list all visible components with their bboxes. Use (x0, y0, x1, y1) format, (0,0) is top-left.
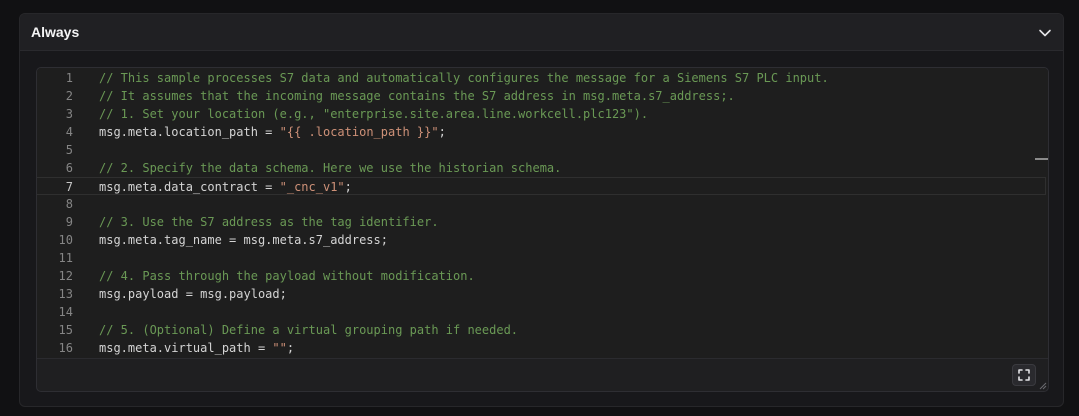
code-line[interactable]: 16 msg.meta.virtual_path = ""; (37, 339, 1048, 357)
section-header[interactable]: Always (20, 14, 1063, 51)
section-title: Always (31, 24, 80, 40)
code-token-string: "" (272, 341, 287, 355)
code-editor[interactable]: 1 // This sample processes S7 data and au… (37, 68, 1048, 359)
line-number: 8 (65, 197, 73, 211)
code-text: // 4. Pass through the payload without m… (99, 267, 475, 285)
code-token-string: "{{ .location_path }}" (279, 125, 439, 139)
code-token-comment: // It assumes that the incoming message … (99, 89, 735, 103)
line-number: 5 (65, 143, 73, 157)
chevron-down-icon[interactable] (1037, 25, 1053, 41)
code-token-comment: // 3. Use the S7 address as the tag iden… (99, 215, 439, 229)
code-token-plain: msg.payload = msg.payload; (99, 287, 287, 301)
line-number: 14 (58, 305, 73, 319)
code-token-plain: ; (344, 180, 352, 194)
code-token-plain: msg.meta.tag_name = msg.meta.s7_address; (99, 233, 388, 247)
code-token-plain: msg.meta.data_contract = (99, 180, 280, 194)
line-number: 10 (58, 233, 73, 247)
line-number: 15 (58, 323, 73, 337)
code-line[interactable]: 12 // 4. Pass through the payload without… (37, 267, 1048, 285)
code-token-plain: msg.meta.location_path = (99, 125, 280, 139)
code-token-string: "_cnc_v1" (279, 180, 345, 194)
code-line[interactable]: 10 msg.meta.tag_name = msg.meta.s7_addres… (37, 231, 1048, 249)
line-number: 1 (65, 71, 73, 85)
code-line[interactable]: 15 // 5. (Optional) Define a virtual grou… (37, 321, 1048, 339)
code-text: // 3. Use the S7 address as the tag iden… (99, 213, 439, 231)
code-text: msg.meta.data_contract = "_cnc_v1"; (99, 178, 352, 196)
line-number: 3 (65, 107, 73, 121)
code-text: // This sample processes S7 data and aut… (99, 69, 829, 87)
code-text: // It assumes that the incoming message … (99, 87, 735, 105)
line-number: 6 (65, 161, 73, 175)
code-text: msg.payload = msg.payload; (99, 285, 287, 303)
code-text: // 2. Specify the data schema. Here we u… (99, 159, 561, 177)
code-text: msg.meta.virtual_path = ""; (99, 339, 294, 357)
line-number: 16 (58, 341, 73, 355)
line-number: 2 (65, 89, 73, 103)
code-line[interactable]: 2 // It assumes that the incoming message… (37, 87, 1048, 105)
always-section: Always 1 // This sample processes S7 data… (19, 13, 1064, 407)
code-line[interactable]: 11 (37, 249, 1048, 267)
code-token-comment: // This sample processes S7 data and aut… (99, 71, 829, 85)
code-line[interactable]: 8 (37, 195, 1048, 213)
fullscreen-button[interactable] (1012, 364, 1036, 386)
code-token-plain: ; (286, 341, 295, 355)
line-number: 13 (58, 287, 73, 301)
code-text: // 1. Set your location (e.g., "enterpri… (99, 105, 648, 123)
fullscreen-icon (1018, 369, 1030, 381)
code-token-plain: msg.meta.virtual_path = (99, 341, 273, 355)
line-number: 11 (58, 251, 73, 265)
code-line[interactable]: 6 // 2. Specify the data schema. Here we … (37, 159, 1048, 177)
code-line[interactable]: 9 // 3. Use the S7 address as the tag ide… (37, 213, 1048, 231)
code-token-comment: // 1. Set your location (e.g., "enterpri… (99, 107, 649, 121)
line-number: 7 (65, 180, 73, 194)
code-line[interactable]: 7 msg.meta.data_contract = "_cnc_v1"; (37, 177, 1046, 195)
code-token-plain: ; (438, 125, 446, 139)
code-text: msg.meta.location_path = "{{ .location_p… (99, 123, 446, 141)
line-number: 4 (65, 125, 73, 139)
code-text: // 5. (Optional) Define a virtual groupi… (99, 321, 518, 339)
code-line[interactable]: 14 (37, 303, 1048, 321)
code-token-comment: // 5. (Optional) Define a virtual groupi… (99, 323, 519, 337)
code-line[interactable]: 4 msg.meta.location_path = "{{ .location_… (37, 123, 1048, 141)
code-editor-container: 1 // This sample processes S7 data and au… (36, 67, 1049, 392)
line-number: 12 (58, 269, 73, 283)
code-line[interactable]: 3 // 1. Set your location (e.g., "enterpr… (37, 105, 1048, 123)
code-token-comment: // 2. Specify the data schema. Here we u… (99, 161, 562, 175)
code-line[interactable]: 5 (37, 141, 1048, 159)
code-text: msg.meta.tag_name = msg.meta.s7_address; (99, 231, 388, 249)
code-token-comment: // 4. Pass through the payload without m… (99, 269, 475, 283)
line-number: 9 (65, 215, 73, 229)
resize-handle-icon[interactable] (1039, 382, 1047, 390)
code-line[interactable]: 13 msg.payload = msg.payload; (37, 285, 1048, 303)
code-line[interactable]: 1 // This sample processes S7 data and au… (37, 69, 1048, 87)
